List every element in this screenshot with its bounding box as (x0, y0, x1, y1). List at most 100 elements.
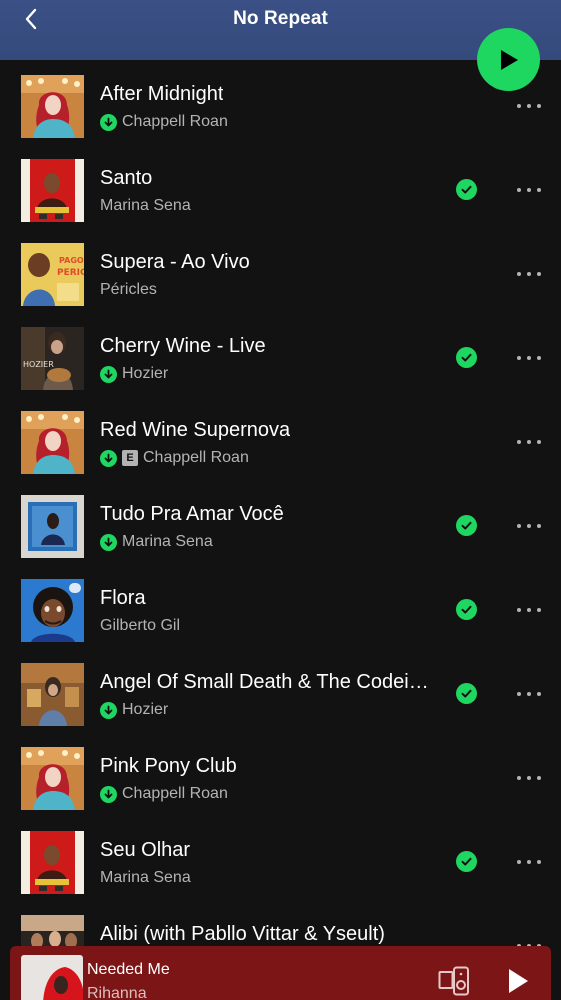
track-list: After Midnight Chappell Roan Santo Marina S… (0, 64, 561, 988)
downloaded-icon (100, 365, 117, 383)
track-meta: Gilberto Gil (100, 615, 180, 637)
added-to-library-icon[interactable] (456, 347, 477, 368)
track-meta: E Chappell Roan (100, 447, 249, 469)
more-dot-icon (517, 776, 521, 780)
more-options-button[interactable] (517, 516, 541, 536)
track-row[interactable]: After Midnight Chappell Roan (0, 64, 561, 148)
downloaded-icon (100, 533, 117, 551)
more-dot-icon (517, 608, 521, 612)
track-row[interactable]: PAGODE PERICÃO Supera - Ao Vivo Péricles (0, 232, 561, 316)
more-options-button[interactable] (517, 348, 541, 368)
track-row[interactable]: Santo Marina Sena (0, 148, 561, 232)
track-meta: Marina Sena (100, 195, 191, 217)
more-dot-icon (537, 104, 541, 108)
track-title: Red Wine Supernova (100, 419, 291, 441)
track-row[interactable]: Flora Gilberto Gil (0, 568, 561, 652)
track-title: Angel Of Small Death & The Codeine Scene (100, 671, 438, 693)
more-options-button[interactable] (517, 96, 541, 116)
more-options-button[interactable] (517, 432, 541, 452)
more-dot-icon (517, 860, 521, 864)
connect-device-button[interactable] (438, 966, 470, 996)
now-playing-bar[interactable]: Needed Me Rihanna (10, 946, 551, 1000)
track-title: Alibi (with Pabllo Vittar & Yseult) (100, 923, 385, 945)
now-playing-play-button[interactable] (506, 968, 530, 994)
album-cover: PAGODE PERICÃO (21, 243, 84, 306)
added-to-library-icon[interactable] (456, 851, 477, 872)
more-dot-icon (537, 524, 541, 528)
track-title: Seu Olhar (100, 839, 191, 861)
track-artist: Chappell Roan (122, 113, 228, 130)
track-title: Pink Pony Club (100, 755, 237, 777)
downloaded-icon (100, 785, 117, 803)
track-meta: Péricles (100, 279, 157, 301)
album-cover (21, 831, 84, 894)
more-dot-icon (527, 356, 531, 360)
now-playing-title: Needed Me (87, 961, 170, 978)
track-row[interactable]: Seu Olhar Marina Sena (0, 820, 561, 904)
track-meta: Chappell Roan (100, 111, 228, 133)
play-icon (500, 49, 518, 70)
album-cover (21, 579, 84, 642)
more-options-button[interactable] (517, 180, 541, 200)
play-icon (509, 969, 528, 993)
more-dot-icon (527, 524, 531, 528)
more-dot-icon (527, 272, 531, 276)
more-dot-icon (537, 776, 541, 780)
track-artist: Hozier (122, 701, 169, 718)
track-title: Cherry Wine - Live (100, 335, 266, 357)
added-to-library-icon[interactable] (456, 515, 477, 536)
added-to-library-icon[interactable] (456, 179, 477, 200)
devices-icon (438, 966, 469, 996)
more-options-button[interactable] (517, 600, 541, 620)
album-cover (21, 159, 84, 222)
downloaded-icon (100, 449, 117, 467)
track-row[interactable]: Pink Pony Club Chappell Roan (0, 736, 561, 820)
track-artist: Marina Sena (100, 869, 191, 886)
track-artist: Péricles (100, 281, 157, 298)
more-options-button[interactable] (517, 264, 541, 284)
track-title: Santo (100, 167, 153, 189)
more-dot-icon (537, 608, 541, 612)
track-meta: Marina Sena (100, 867, 191, 889)
track-meta: Marina Sena (100, 531, 213, 553)
album-cover (21, 495, 84, 558)
svg-text:PERICÃO: PERICÃO (57, 267, 84, 278)
track-artist: Chappell Roan (143, 449, 249, 466)
track-row[interactable]: Angel Of Small Death & The Codeine Scene… (0, 652, 561, 736)
more-dot-icon (527, 860, 531, 864)
downloaded-icon (100, 701, 117, 719)
downloaded-icon (100, 113, 117, 131)
more-dot-icon (517, 524, 521, 528)
track-artist: Marina Sena (122, 533, 213, 550)
track-artist: Marina Sena (100, 197, 191, 214)
more-options-button[interactable] (517, 852, 541, 872)
svg-text:PAGODE: PAGODE (59, 256, 84, 265)
more-dot-icon (537, 356, 541, 360)
more-dot-icon (517, 356, 521, 360)
more-options-button[interactable] (517, 684, 541, 704)
track-row[interactable]: HOZIER Cherry Wine - Live Hozier (0, 316, 561, 400)
page-title: No Repeat (233, 8, 328, 29)
track-meta: Chappell Roan (100, 783, 228, 805)
added-to-library-icon[interactable] (456, 599, 477, 620)
more-dot-icon (527, 188, 531, 192)
more-dot-icon (537, 860, 541, 864)
track-row[interactable]: Red Wine Supernova E Chappell Roan (0, 400, 561, 484)
more-dot-icon (527, 608, 531, 612)
more-dot-icon (527, 104, 531, 108)
play-button[interactable] (477, 28, 540, 91)
header-bar: No Repeat (0, 0, 561, 60)
now-playing-artist: Rihanna (87, 985, 147, 1000)
more-dot-icon (517, 272, 521, 276)
track-meta: Hozier (100, 363, 168, 385)
more-dot-icon (517, 188, 521, 192)
now-playing-cover (21, 955, 83, 1000)
album-cover: HOZIER (21, 327, 84, 390)
more-options-button[interactable] (517, 768, 541, 788)
track-row[interactable]: Tudo Pra Amar Você Marina Sena (0, 484, 561, 568)
more-dot-icon (517, 104, 521, 108)
more-dot-icon (537, 272, 541, 276)
more-dot-icon (537, 692, 541, 696)
album-cover (21, 747, 84, 810)
added-to-library-icon[interactable] (456, 683, 477, 704)
